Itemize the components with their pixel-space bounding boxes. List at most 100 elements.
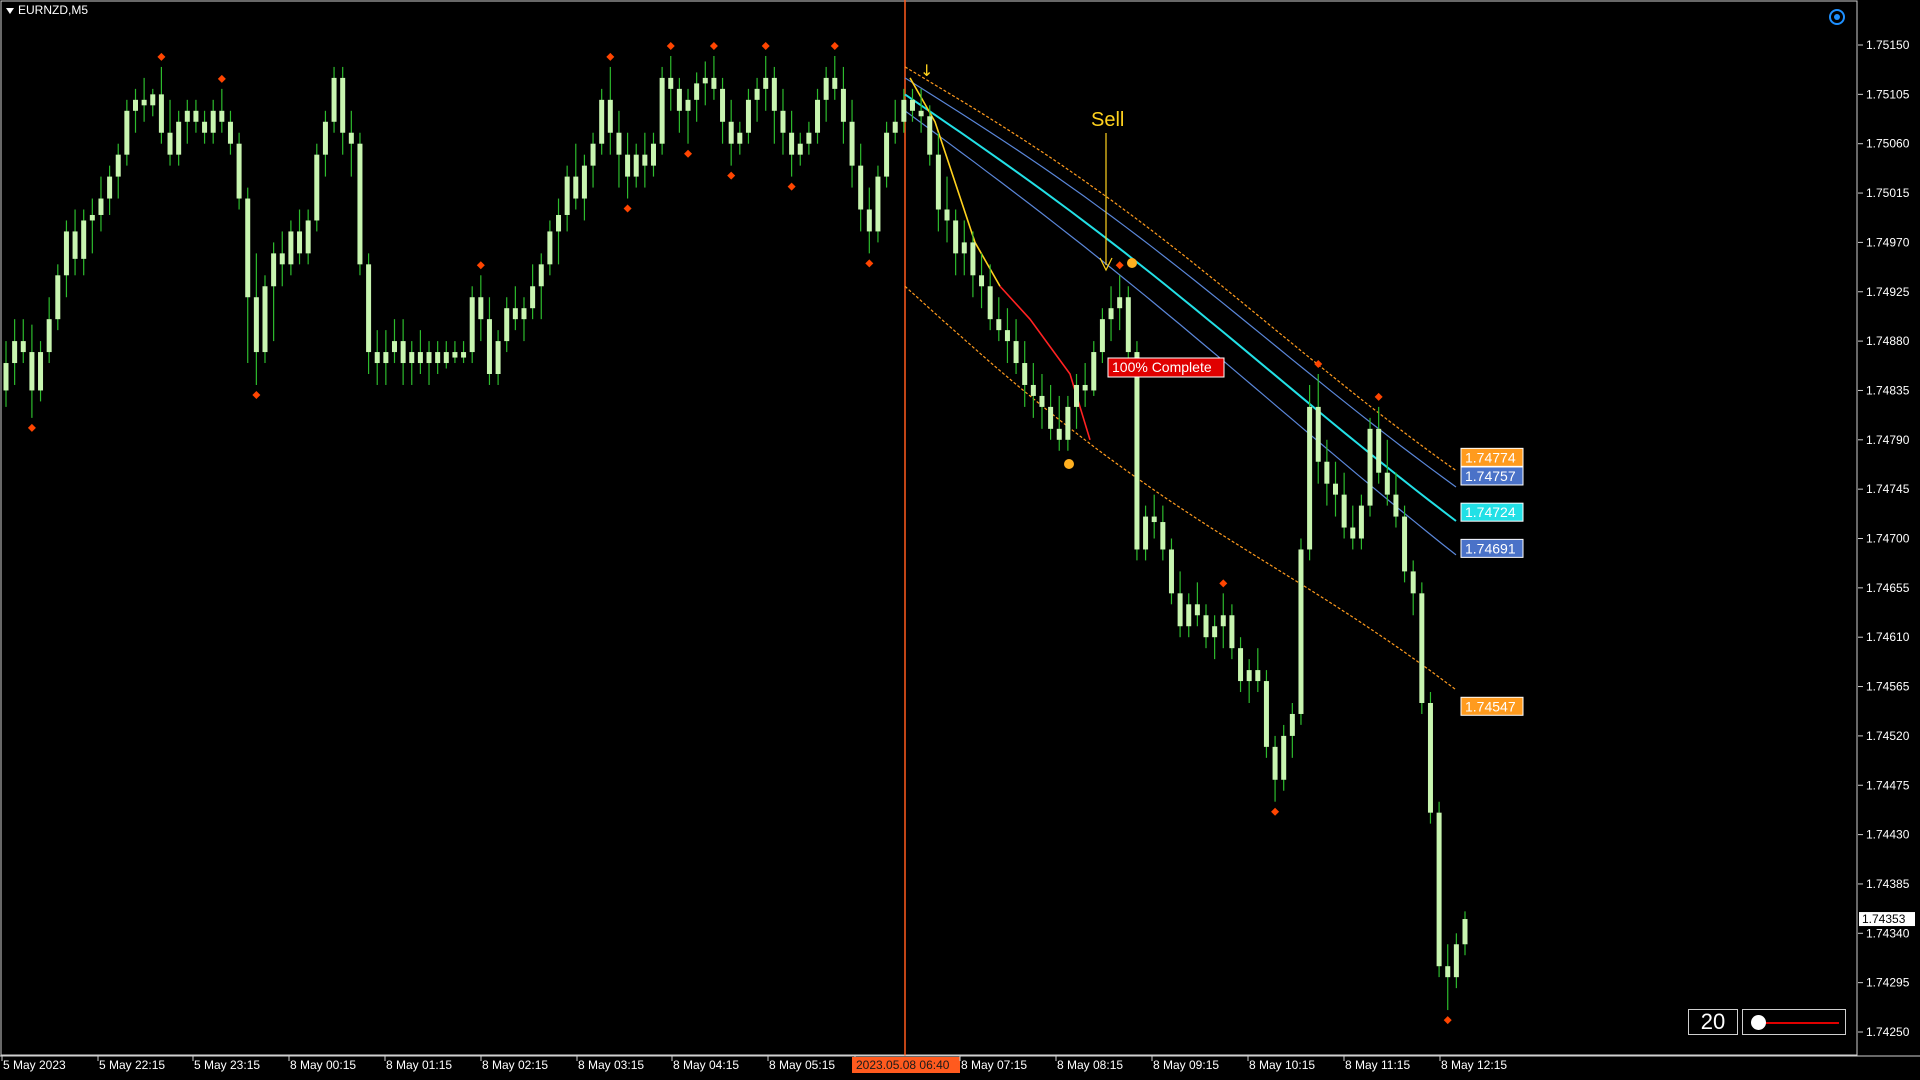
candle-body <box>1358 505 1364 539</box>
candle-body <box>1143 516 1149 550</box>
signal-dot-upper <box>1127 258 1137 268</box>
candle-body <box>789 132 795 155</box>
candle-body <box>1333 483 1339 495</box>
candle-body <box>253 297 259 353</box>
y-tick-label: 1.74745 <box>1866 482 1910 496</box>
candle-body <box>927 116 933 155</box>
candle-body <box>89 214 95 221</box>
candle-body <box>901 99 907 122</box>
slider-knob[interactable] <box>1751 1015 1766 1030</box>
candle-body <box>115 154 121 177</box>
band-center <box>904 93 1457 522</box>
candle-body <box>944 209 950 221</box>
dropdown-triangle-icon[interactable] <box>6 7 14 14</box>
band-price-label: 1.74774 <box>1465 449 1516 465</box>
x-tick-label: 8 May 03:15 <box>578 1058 644 1072</box>
x-tick-label: 8 May 12:15 <box>1441 1058 1507 1072</box>
candle-body <box>797 143 803 155</box>
candle-body <box>650 143 656 166</box>
candle-body <box>20 341 26 353</box>
candle-body <box>176 121 182 155</box>
fractal-low-marker <box>727 171 736 180</box>
candle-body <box>236 143 242 199</box>
candle-body <box>141 99 147 106</box>
candle-body <box>979 275 985 287</box>
candle-body <box>443 352 449 364</box>
candle-body <box>737 132 743 144</box>
candle-body <box>55 275 61 320</box>
candle-body <box>866 209 872 232</box>
candle-body <box>279 253 285 265</box>
target-icon[interactable] <box>1829 9 1845 25</box>
x-tick-label: 8 May 11:15 <box>1345 1058 1410 1072</box>
y-tick-label: 1.74790 <box>1866 433 1910 447</box>
price-chart[interactable]: ↓ Sell 100% Complete 1.75150 1.75105 1.75060… <box>0 0 1920 1080</box>
candle-body <box>1307 406 1313 550</box>
candle-body <box>357 143 363 265</box>
candle-body <box>478 297 484 320</box>
candle-body <box>297 231 303 254</box>
y-tick-label: 1.74565 <box>1866 680 1910 694</box>
candle-body <box>1436 812 1442 967</box>
candle-body <box>340 77 346 133</box>
period-value-box[interactable]: 20 <box>1688 1009 1738 1035</box>
candle-body <box>1376 428 1382 473</box>
candle-body <box>892 121 898 133</box>
candle-body <box>469 297 475 353</box>
candle-body <box>1402 516 1408 572</box>
candle-body <box>659 77 665 144</box>
fractal-low-marker <box>27 423 36 432</box>
chart-window[interactable]: ↓ Sell 100% Complete 1.75150 1.75105 1.75060… <box>0 0 1920 1080</box>
candle-body <box>486 319 492 374</box>
candle-body <box>271 253 277 287</box>
candle-body <box>495 341 501 374</box>
candle-body <box>383 352 389 364</box>
candle-body <box>426 352 432 364</box>
candle-body <box>400 341 406 364</box>
candle-body <box>1445 966 1451 978</box>
candle-body <box>599 99 605 144</box>
y-tick-label: 1.75150 <box>1866 38 1910 52</box>
candle-body <box>1125 297 1131 353</box>
candle-body <box>1220 615 1226 627</box>
fractal-high-marker <box>1219 579 1228 588</box>
candle-body <box>1056 428 1062 440</box>
x-tick-label: 8 May 05:15 <box>769 1058 835 1072</box>
fractal-high-marker <box>1374 392 1383 401</box>
x-tick-label: 2023.05.08 06:40 <box>856 1058 950 1072</box>
y-tick-label: 1.74700 <box>1866 532 1910 546</box>
candle-body <box>1013 341 1019 364</box>
candle-body <box>1341 494 1347 528</box>
candle-body <box>1453 944 1459 978</box>
candle-body <box>38 352 44 391</box>
candle-body <box>780 110 786 133</box>
candle-body <box>694 83 700 100</box>
candle-body <box>1238 648 1244 682</box>
candle-body <box>150 94 156 106</box>
fractal-high-marker <box>217 74 226 83</box>
y-tick-label: 1.74520 <box>1866 729 1910 743</box>
candle-body <box>314 154 320 221</box>
candle-body <box>124 110 130 155</box>
candle-body <box>158 94 164 133</box>
candle-body <box>366 264 372 353</box>
candle-body <box>193 110 199 122</box>
candle-body <box>452 352 458 358</box>
y-tick-label: 1.74340 <box>1866 926 1910 940</box>
candle-body <box>970 242 976 276</box>
x-tick-label: 8 May 00:15 <box>290 1058 356 1072</box>
candle-body <box>909 99 915 111</box>
period-slider[interactable] <box>1742 1009 1846 1035</box>
fractal-high-marker <box>709 41 718 50</box>
candle-body <box>1168 549 1174 594</box>
candle-body <box>1298 549 1304 714</box>
candle-body <box>1030 384 1036 396</box>
candle-body <box>1427 703 1433 813</box>
candle-body <box>63 231 69 276</box>
candle-body <box>763 77 769 89</box>
symbol-title[interactable]: EURNZD,M5 <box>6 3 88 17</box>
symbol-label: EURNZD,M5 <box>18 3 89 17</box>
band-lower-inner <box>904 110 1457 556</box>
candle-body <box>1212 626 1218 638</box>
plot-frame <box>0 0 1858 1056</box>
